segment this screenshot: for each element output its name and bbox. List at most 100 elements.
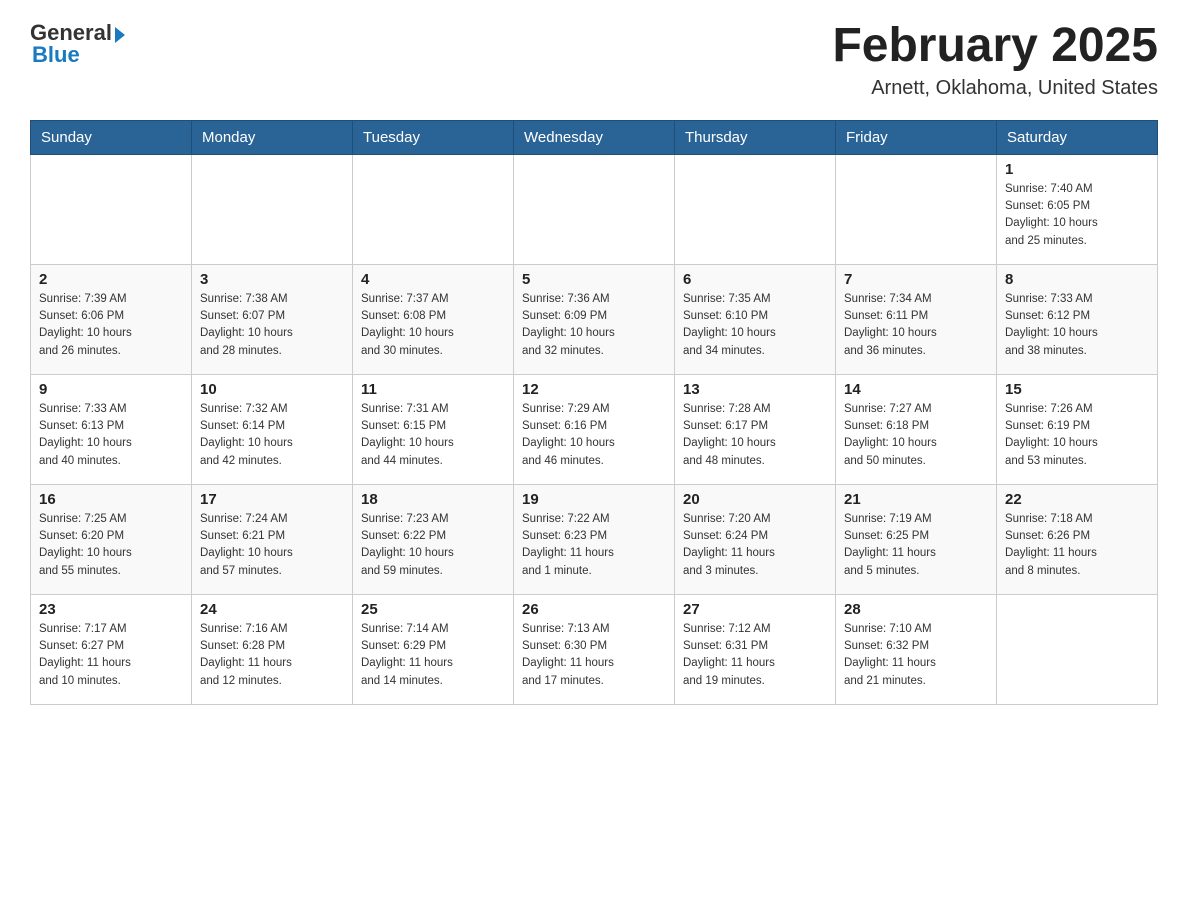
day-number: 3 — [200, 271, 344, 288]
day-info: Sunrise: 7:13 AM Sunset: 6:30 PM Dayligh… — [522, 621, 666, 690]
day-number: 11 — [361, 381, 505, 398]
calendar-day-cell: 5 Sunrise: 7:36 AM Sunset: 6:09 PM Daylig… — [514, 264, 675, 374]
calendar-header-friday: Friday — [836, 120, 997, 154]
calendar-table: SundayMondayTuesdayWednesdayThursdayFrid… — [30, 120, 1158, 705]
calendar-title: February 2025 — [832, 20, 1158, 73]
calendar-day-cell: 8 Sunrise: 7:33 AM Sunset: 6:12 PM Daylig… — [997, 264, 1158, 374]
day-info: Sunrise: 7:22 AM Sunset: 6:23 PM Dayligh… — [522, 511, 666, 580]
day-info: Sunrise: 7:19 AM Sunset: 6:25 PM Dayligh… — [844, 511, 988, 580]
calendar-header-monday: Monday — [192, 120, 353, 154]
calendar-header-thursday: Thursday — [675, 120, 836, 154]
calendar-day-cell — [514, 154, 675, 264]
calendar-day-cell — [353, 154, 514, 264]
day-info: Sunrise: 7:12 AM Sunset: 6:31 PM Dayligh… — [683, 621, 827, 690]
calendar-day-cell: 7 Sunrise: 7:34 AM Sunset: 6:11 PM Daylig… — [836, 264, 997, 374]
day-info: Sunrise: 7:18 AM Sunset: 6:26 PM Dayligh… — [1005, 511, 1149, 580]
day-number: 19 — [522, 491, 666, 508]
calendar-week-row: 2 Sunrise: 7:39 AM Sunset: 6:06 PM Daylig… — [31, 264, 1158, 374]
calendar-day-cell: 23 Sunrise: 7:17 AM Sunset: 6:27 PM Dayli… — [31, 594, 192, 704]
calendar-day-cell: 6 Sunrise: 7:35 AM Sunset: 6:10 PM Daylig… — [675, 264, 836, 374]
day-info: Sunrise: 7:25 AM Sunset: 6:20 PM Dayligh… — [39, 511, 183, 580]
day-number: 2 — [39, 271, 183, 288]
day-number: 21 — [844, 491, 988, 508]
calendar-week-row: 23 Sunrise: 7:17 AM Sunset: 6:27 PM Dayli… — [31, 594, 1158, 704]
day-info: Sunrise: 7:24 AM Sunset: 6:21 PM Dayligh… — [200, 511, 344, 580]
calendar-header-tuesday: Tuesday — [353, 120, 514, 154]
day-number: 26 — [522, 601, 666, 618]
day-number: 25 — [361, 601, 505, 618]
calendar-day-cell: 20 Sunrise: 7:20 AM Sunset: 6:24 PM Dayli… — [675, 484, 836, 594]
calendar-day-cell: 10 Sunrise: 7:32 AM Sunset: 6:14 PM Dayli… — [192, 374, 353, 484]
day-number: 23 — [39, 601, 183, 618]
calendar-day-cell: 13Sunrise: 7:28 AM Sunset: 6:17 PM Dayli… — [675, 374, 836, 484]
day-info: Sunrise: 7:31 AM Sunset: 6:15 PM Dayligh… — [361, 401, 505, 470]
day-info: Sunrise: 7:40 AM Sunset: 6:05 PM Dayligh… — [1005, 181, 1149, 250]
day-info: Sunrise: 7:28 AM Sunset: 6:17 PM Dayligh… — [683, 401, 827, 470]
title-section: February 2025 Arnett, Oklahoma, United S… — [832, 20, 1158, 100]
logo: General Blue — [30, 20, 125, 68]
calendar-week-row: 1 Sunrise: 7:40 AM Sunset: 6:05 PM Daylig… — [31, 154, 1158, 264]
day-number: 1 — [1005, 161, 1149, 178]
day-info: Sunrise: 7:36 AM Sunset: 6:09 PM Dayligh… — [522, 291, 666, 360]
day-info: Sunrise: 7:10 AM Sunset: 6:32 PM Dayligh… — [844, 621, 988, 690]
calendar-day-cell — [192, 154, 353, 264]
day-number: 7 — [844, 271, 988, 288]
calendar-day-cell: 14 Sunrise: 7:27 AM Sunset: 6:18 PM Dayli… — [836, 374, 997, 484]
day-number: 22 — [1005, 491, 1149, 508]
day-info: Sunrise: 7:39 AM Sunset: 6:06 PM Dayligh… — [39, 291, 183, 360]
calendar-day-cell: 25 Sunrise: 7:14 AM Sunset: 6:29 PM Dayli… — [353, 594, 514, 704]
calendar-day-cell: 18 Sunrise: 7:23 AM Sunset: 6:22 PM Dayli… — [353, 484, 514, 594]
calendar-day-cell: 2 Sunrise: 7:39 AM Sunset: 6:06 PM Daylig… — [31, 264, 192, 374]
calendar-day-cell: 17 Sunrise: 7:24 AM Sunset: 6:21 PM Dayli… — [192, 484, 353, 594]
calendar-day-cell — [997, 594, 1158, 704]
calendar-header-row: SundayMondayTuesdayWednesdayThursdayFrid… — [31, 120, 1158, 154]
calendar-day-cell: 16 Sunrise: 7:25 AM Sunset: 6:20 PM Dayli… — [31, 484, 192, 594]
calendar-day-cell: 12 Sunrise: 7:29 AM Sunset: 6:16 PM Dayli… — [514, 374, 675, 484]
day-number: 8 — [1005, 271, 1149, 288]
calendar-day-cell: 11 Sunrise: 7:31 AM Sunset: 6:15 PM Dayli… — [353, 374, 514, 484]
calendar-day-cell — [836, 154, 997, 264]
calendar-week-row: 9Sunrise: 7:33 AM Sunset: 6:13 PM Daylig… — [31, 374, 1158, 484]
day-number: 17 — [200, 491, 344, 508]
day-number: 18 — [361, 491, 505, 508]
calendar-day-cell: 3 Sunrise: 7:38 AM Sunset: 6:07 PM Daylig… — [192, 264, 353, 374]
day-number: 28 — [844, 601, 988, 618]
day-number: 20 — [683, 491, 827, 508]
calendar-week-row: 16 Sunrise: 7:25 AM Sunset: 6:20 PM Dayli… — [31, 484, 1158, 594]
day-info: Sunrise: 7:32 AM Sunset: 6:14 PM Dayligh… — [200, 401, 344, 470]
calendar-day-cell: 22 Sunrise: 7:18 AM Sunset: 6:26 PM Dayli… — [997, 484, 1158, 594]
day-info: Sunrise: 7:23 AM Sunset: 6:22 PM Dayligh… — [361, 511, 505, 580]
day-info: Sunrise: 7:35 AM Sunset: 6:10 PM Dayligh… — [683, 291, 827, 360]
day-number: 15 — [1005, 381, 1149, 398]
calendar-subtitle: Arnett, Oklahoma, United States — [832, 77, 1158, 100]
day-number: 14 — [844, 381, 988, 398]
calendar-day-cell: 24 Sunrise: 7:16 AM Sunset: 6:28 PM Dayli… — [192, 594, 353, 704]
calendar-day-cell: 21 Sunrise: 7:19 AM Sunset: 6:25 PM Dayli… — [836, 484, 997, 594]
logo-arrow-icon — [115, 27, 125, 43]
day-info: Sunrise: 7:33 AM Sunset: 6:12 PM Dayligh… — [1005, 291, 1149, 360]
day-info: Sunrise: 7:37 AM Sunset: 6:08 PM Dayligh… — [361, 291, 505, 360]
calendar-header-saturday: Saturday — [997, 120, 1158, 154]
day-info: Sunrise: 7:17 AM Sunset: 6:27 PM Dayligh… — [39, 621, 183, 690]
day-info: Sunrise: 7:27 AM Sunset: 6:18 PM Dayligh… — [844, 401, 988, 470]
calendar-day-cell — [31, 154, 192, 264]
day-number: 10 — [200, 381, 344, 398]
day-number: 4 — [361, 271, 505, 288]
day-info: Sunrise: 7:33 AM Sunset: 6:13 PM Dayligh… — [39, 401, 183, 470]
day-number: 24 — [200, 601, 344, 618]
day-info: Sunrise: 7:26 AM Sunset: 6:19 PM Dayligh… — [1005, 401, 1149, 470]
calendar-header-wednesday: Wednesday — [514, 120, 675, 154]
day-info: Sunrise: 7:14 AM Sunset: 6:29 PM Dayligh… — [361, 621, 505, 690]
day-info: Sunrise: 7:16 AM Sunset: 6:28 PM Dayligh… — [200, 621, 344, 690]
day-info: Sunrise: 7:34 AM Sunset: 6:11 PM Dayligh… — [844, 291, 988, 360]
day-info: Sunrise: 7:38 AM Sunset: 6:07 PM Dayligh… — [200, 291, 344, 360]
logo-blue-text: Blue — [30, 42, 80, 68]
day-number: 6 — [683, 271, 827, 288]
day-number: 16 — [39, 491, 183, 508]
day-info: Sunrise: 7:29 AM Sunset: 6:16 PM Dayligh… — [522, 401, 666, 470]
calendar-day-cell — [675, 154, 836, 264]
day-number: 5 — [522, 271, 666, 288]
day-number: 12 — [522, 381, 666, 398]
day-info: Sunrise: 7:20 AM Sunset: 6:24 PM Dayligh… — [683, 511, 827, 580]
calendar-day-cell: 9Sunrise: 7:33 AM Sunset: 6:13 PM Daylig… — [31, 374, 192, 484]
